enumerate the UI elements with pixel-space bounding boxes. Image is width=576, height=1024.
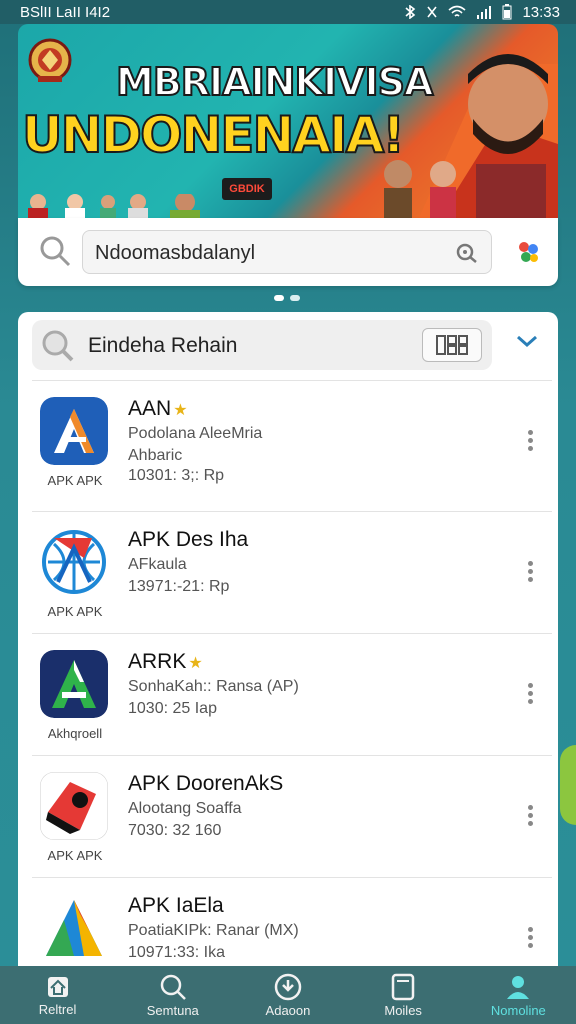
mascot-illustration — [384, 54, 558, 220]
carousel-indicator — [274, 295, 300, 301]
nav-label: Reltrel — [38, 1001, 77, 1017]
search-submit-icon[interactable] — [455, 242, 479, 264]
search-card: Ndoomasbdalanyl — [18, 218, 558, 286]
filter-label: Eindeha Rehain — [88, 334, 238, 357]
search-icon[interactable] — [38, 234, 72, 268]
chevron-down-icon[interactable] — [516, 334, 538, 348]
banner-badge: GBDIK — [222, 178, 272, 200]
app-developer: Podolana AleeMria — [128, 425, 263, 442]
filter-bar[interactable]: Eindeha Rehain — [32, 320, 492, 370]
app-list-card: Eindeha Rehain APK APK AAN ★ Podolana Ale… — [18, 312, 558, 968]
grid-icon — [436, 335, 468, 355]
nav-label: Adaoon — [265, 1002, 311, 1018]
nav-item-profile[interactable]: Nomoline — [468, 973, 568, 1018]
app-developer: PoatiaKIPk: Ranar (MX) — [128, 922, 299, 939]
list-item[interactable]: APK APK AAN ★ Podolana AleeMria Ahbaric 1… — [32, 380, 552, 502]
more-options-icon[interactable] — [520, 680, 540, 710]
promo-banner[interactable]: MBRIAINKIVISA UNDONENAIA! GBDIK — [18, 24, 558, 220]
signal-icon — [477, 6, 492, 19]
app-title: APK DoorenAkS — [128, 772, 284, 795]
battery-icon — [502, 4, 512, 20]
list-item[interactable]: APK APK APK DoorenAkS Alootang Soaffa 70… — [32, 755, 552, 877]
star-icon: ★ — [173, 402, 188, 419]
more-options-icon[interactable] — [520, 802, 540, 832]
app-category: Ahbaric — [128, 447, 183, 464]
people-illustration — [28, 194, 200, 220]
app-icon — [40, 528, 108, 596]
list-item[interactable]: APK IaEla PoatiaKIPk: Ranar (MX) 10971:3… — [32, 877, 552, 968]
app-title: APK IaEla — [128, 894, 224, 917]
app-subtitle: APK APK — [47, 848, 103, 863]
decorative-leaf — [560, 745, 576, 825]
app-title: ARRK ★ — [128, 650, 203, 673]
more-options-icon[interactable] — [520, 924, 540, 954]
nav-item-search[interactable]: Semtuna — [123, 973, 223, 1018]
bluetooth-icon — [405, 5, 416, 19]
wifi-icon — [448, 5, 466, 17]
nav-item-tablet[interactable]: Moiles — [353, 973, 453, 1018]
app-meta: 13971:-21: Rp — [128, 578, 230, 595]
download-icon — [274, 973, 302, 1000]
nav-item-download[interactable]: Adaoon — [238, 973, 338, 1018]
nav-label: Moiles — [384, 1002, 422, 1018]
banner-headline-2: UNDONENAIA! — [21, 105, 406, 165]
more-options-icon[interactable] — [520, 427, 540, 457]
profile-icon — [507, 975, 530, 999]
app-subtitle: Akhqroell — [47, 726, 103, 741]
grid-view-button[interactable] — [422, 328, 482, 362]
search-icon — [42, 330, 74, 362]
status-left-text: BSlII LaII I4I2 — [20, 3, 111, 21]
carousel-dot[interactable] — [274, 295, 284, 301]
nav-item-home[interactable]: Reltrel — [8, 974, 108, 1017]
emblem-icon — [28, 38, 72, 82]
more-options-icon[interactable] — [520, 558, 540, 588]
app-icon — [40, 894, 108, 962]
app-icon — [40, 772, 108, 840]
app-meta: 10971:33: Ika — [128, 944, 225, 961]
status-time: 13:33 — [522, 3, 560, 21]
tablet-icon — [391, 973, 415, 1000]
list-item[interactable]: APK APK APK Des Iha AFkaula 13971:-21: R… — [32, 511, 552, 633]
app-developer: Alootang Soaffa — [128, 800, 242, 817]
mute-icon — [427, 6, 438, 18]
search-icon — [160, 974, 186, 1000]
app-developer: AFkaula — [128, 556, 187, 573]
assistant-icon[interactable] — [514, 238, 542, 266]
app-subtitle: APK APK — [47, 604, 103, 619]
app-meta: 10301: 3;: Rp — [128, 467, 225, 484]
search-input-value: Ndoomasbdalanyl — [95, 242, 256, 264]
app-title: AAN ★ — [128, 397, 188, 420]
app-icon — [40, 397, 108, 465]
list-item[interactable]: Akhqroell ARRK ★ SonhaKah:: Ransa (AP) 10… — [32, 633, 552, 755]
status-icons: 13:33 — [404, 4, 560, 21]
app-title: APK Des Iha — [128, 528, 249, 551]
bottom-navigation: Reltrel Semtuna Adaoon Moiles Nomoline — [0, 966, 576, 1024]
home-icon — [47, 976, 68, 997]
search-input[interactable]: Ndoomasbdalanyl — [82, 230, 492, 274]
app-developer: SonhaKah:: Ransa (AP) — [128, 678, 299, 695]
nav-label: Nomoline — [490, 1002, 546, 1018]
app-subtitle: APK APK — [47, 473, 103, 488]
status-bar: BSlII LaII I4I2 13:33 — [0, 0, 576, 24]
app-meta: 7030: 32 160 — [128, 822, 222, 839]
carousel-dot[interactable] — [290, 295, 300, 301]
app-icon — [40, 650, 108, 718]
nav-label: Semtuna — [146, 1002, 199, 1018]
star-icon: ★ — [188, 655, 203, 672]
app-meta: 1030: 25 Iap — [128, 700, 217, 717]
